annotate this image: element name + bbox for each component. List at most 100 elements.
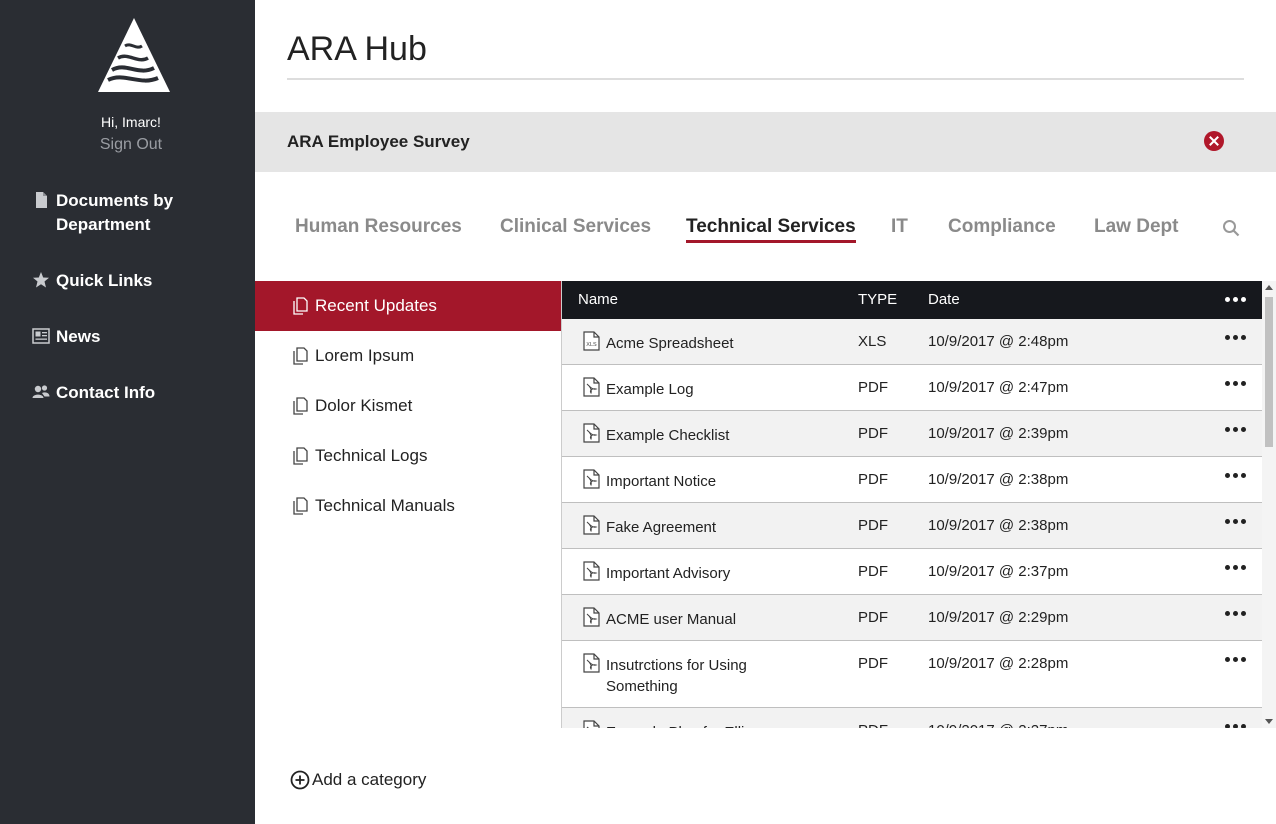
table-row[interactable]: Fake Agreement PDF 10/9/2017 @ 2:38pm: [562, 503, 1262, 549]
pdf-file-icon: [583, 653, 600, 673]
tab-clinical-services[interactable]: Clinical Services: [500, 216, 651, 238]
user-greeting: Hi, Imarc!: [101, 114, 161, 130]
tab-human-resources[interactable]: Human Resources: [295, 216, 462, 238]
document-date: 10/9/2017 @ 2:29pm: [928, 609, 1069, 626]
title-divider: [287, 78, 1244, 80]
table-row[interactable]: Example Log PDF 10/9/2017 @ 2:47pm: [562, 365, 1262, 411]
scroll-up-arrow-icon[interactable]: [1265, 285, 1273, 290]
document-name[interactable]: Example Plan for Ellis: [606, 722, 816, 728]
document-type: PDF: [858, 655, 888, 672]
more-options-icon[interactable]: [1225, 611, 1246, 616]
copy-icon: [293, 297, 308, 315]
category-label: Technical Logs: [315, 446, 428, 465]
documents-table: Name TYPE Date XLS Acme Spreadsheet XLS 10/…: [561, 281, 1262, 728]
document-name[interactable]: ACME user Manual: [606, 609, 816, 630]
table-row[interactable]: Important Notice PDF 10/9/2017 @ 2:38pm: [562, 457, 1262, 503]
tab-it[interactable]: IT: [891, 216, 908, 238]
tab-compliance[interactable]: Compliance: [948, 216, 1056, 238]
more-options-icon[interactable]: [1225, 381, 1246, 386]
more-options-icon[interactable]: [1225, 657, 1246, 662]
table-row[interactable]: Example Checklist PDF 10/9/2017 @ 2:39pm: [562, 411, 1262, 457]
star-icon: [33, 272, 49, 288]
copy-icon: [293, 497, 308, 515]
document-type: PDF: [858, 563, 888, 580]
table-body: XLS Acme Spreadsheet XLS 10/9/2017 @ 2:48pm…: [562, 319, 1262, 728]
category-lorem-ipsum[interactable]: Lorem Ipsum: [255, 331, 561, 381]
document-date: 10/9/2017 @ 2:47pm: [928, 379, 1069, 396]
document-name[interactable]: Example Checklist: [606, 425, 816, 446]
category-label: Technical Manuals: [315, 496, 455, 515]
table-row[interactable]: XLS Acme Spreadsheet XLS 10/9/2017 @ 2:48pm: [562, 319, 1262, 365]
table-row[interactable]: Example Plan for Ellis PDF 10/9/2017 @ 2:2…: [562, 708, 1262, 728]
document-date: 10/9/2017 @ 2:27pm: [928, 722, 1068, 728]
document-date: 10/9/2017 @ 2:38pm: [928, 471, 1069, 488]
document-date: 10/9/2017 @ 2:38pm: [928, 517, 1069, 534]
category-label: Dolor Kismet: [315, 396, 413, 415]
tab-law-dept[interactable]: Law Dept: [1094, 216, 1178, 238]
sidebar-item-quick-links[interactable]: Quick Links: [32, 269, 206, 293]
banner-text[interactable]: ARA Employee Survey: [287, 132, 470, 152]
column-header-date[interactable]: Date: [928, 291, 960, 308]
pdf-file-icon: [583, 607, 600, 627]
close-icon[interactable]: [1204, 131, 1224, 151]
more-options-icon[interactable]: [1225, 519, 1246, 524]
category-label: Lorem Ipsum: [315, 346, 415, 365]
pdf-file-icon: [583, 720, 600, 728]
pdf-file-icon: [583, 515, 600, 535]
table-scrollbar[interactable]: [1262, 281, 1276, 728]
xls-file-icon: XLS: [583, 331, 600, 351]
sidebar-item-label: Contact Info: [56, 383, 156, 402]
more-options-icon[interactable]: [1225, 427, 1246, 432]
document-name[interactable]: Example Log: [606, 379, 816, 400]
table-row[interactable]: Important Advisory PDF 10/9/2017 @ 2:37pm: [562, 549, 1262, 595]
table-row[interactable]: ACME user Manual PDF 10/9/2017 @ 2:29pm: [562, 595, 1262, 641]
document-type: PDF: [858, 722, 888, 728]
search-icon[interactable]: [1222, 219, 1240, 237]
document-date: 10/9/2017 @ 2:37pm: [928, 563, 1069, 580]
add-category-button[interactable]: Add a category: [290, 770, 426, 790]
document-type: PDF: [858, 471, 888, 488]
ara-logo[interactable]: [98, 18, 170, 92]
category-label: Recent Updates: [315, 296, 437, 315]
header-more-options-icon[interactable]: [1225, 297, 1246, 302]
pdf-file-icon: [583, 423, 600, 443]
plus-circle-icon: [290, 770, 310, 790]
category-technical-logs[interactable]: Technical Logs: [255, 431, 561, 481]
sidebar-item-contact-info[interactable]: Contact Info: [32, 381, 206, 405]
document-type: PDF: [858, 379, 888, 396]
copy-icon: [293, 397, 308, 415]
category-recent-updates[interactable]: Recent Updates: [255, 281, 561, 331]
document-name[interactable]: Important Notice: [606, 471, 816, 492]
category-dolor-kismet[interactable]: Dolor Kismet: [255, 381, 561, 431]
scrollbar-thumb[interactable]: [1265, 297, 1273, 447]
document-name[interactable]: Fake Agreement: [606, 517, 816, 538]
document-name[interactable]: Acme Spreadsheet: [606, 333, 816, 354]
more-options-icon[interactable]: [1225, 565, 1246, 570]
document-name[interactable]: Insutrctions for Using Something: [606, 655, 816, 697]
more-options-icon[interactable]: [1225, 335, 1246, 340]
table-header: Name TYPE Date: [562, 281, 1262, 319]
sidebar-item-news[interactable]: News: [32, 325, 206, 349]
category-technical-manuals[interactable]: Technical Manuals: [255, 481, 561, 531]
sidebar-item-documents[interactable]: Documents by Department: [32, 189, 206, 237]
more-options-icon[interactable]: [1225, 724, 1246, 728]
document-date: 10/9/2017 @ 2:39pm: [928, 425, 1069, 442]
more-options-icon[interactable]: [1225, 473, 1246, 478]
document-type: PDF: [858, 609, 888, 626]
column-header-type[interactable]: TYPE: [858, 291, 897, 308]
column-header-name[interactable]: Name: [578, 291, 618, 308]
copy-icon: [293, 447, 308, 465]
scroll-down-arrow-icon[interactable]: [1265, 719, 1273, 724]
add-category-label: Add a category: [312, 770, 427, 789]
sidebar-item-label: Quick Links: [56, 271, 153, 290]
tab-technical-services[interactable]: Technical Services: [686, 216, 856, 243]
copy-icon: [293, 347, 308, 365]
pdf-file-icon: [583, 469, 600, 489]
table-row[interactable]: Insutrctions for Using Something PDF 10/9/…: [562, 641, 1262, 708]
sidebar-item-label: News: [56, 327, 101, 346]
survey-banner: ARA Employee Survey: [255, 112, 1276, 172]
users-icon: [32, 385, 50, 398]
sign-out-link[interactable]: Sign Out: [0, 136, 262, 154]
document-name[interactable]: Important Advisory: [606, 563, 816, 584]
pdf-file-icon: [583, 377, 600, 397]
